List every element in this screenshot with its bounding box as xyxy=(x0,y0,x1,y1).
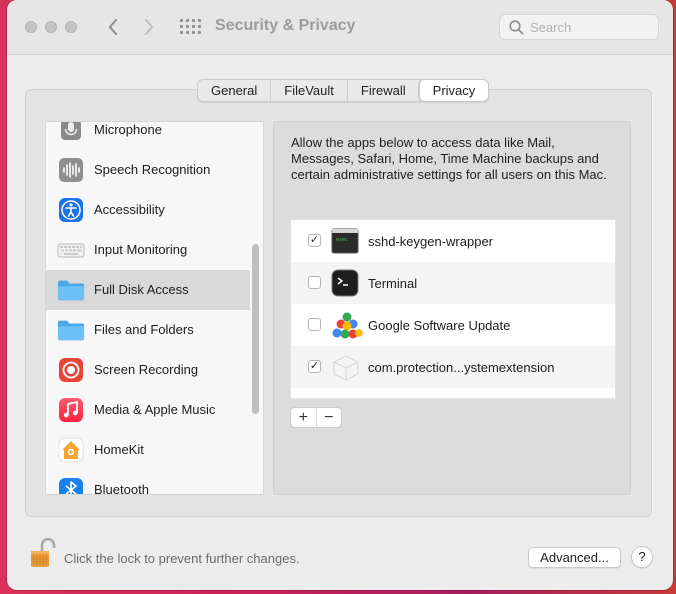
terminal-icon xyxy=(331,269,359,297)
zoom-window-button[interactable] xyxy=(65,21,77,33)
forward-button[interactable] xyxy=(139,16,159,38)
waveform-icon xyxy=(57,156,85,184)
search-field[interactable]: Search xyxy=(499,14,659,40)
sidebar-item-media-apple-music[interactable]: Media & Apple Music xyxy=(46,390,250,430)
sidebar-item-files-and-folders[interactable]: Files and Folders xyxy=(46,310,250,350)
sidebar-item-label: Screen Recording xyxy=(94,362,199,377)
privacy-description: Allow the apps below to access data like… xyxy=(291,135,607,182)
window-title: Security & Privacy xyxy=(215,17,356,34)
chevron-left-icon xyxy=(109,19,117,35)
list-item[interactable]: Google Software Update xyxy=(291,304,615,346)
tab-privacy[interactable]: Privacy xyxy=(418,80,489,101)
tab-bar: General FileVault Firewall Privacy xyxy=(197,79,490,102)
lock-status-text: Click the lock to prevent further change… xyxy=(64,551,300,566)
sidebar-scrollbar[interactable] xyxy=(252,244,259,414)
tab-filevault[interactable]: FileVault xyxy=(270,80,347,101)
search-icon xyxy=(509,20,524,35)
sidebar-item-input-monitoring[interactable]: Input Monitoring xyxy=(46,230,250,270)
sidebar-item-microphone[interactable]: Microphone xyxy=(46,122,250,150)
sidebar-item-bluetooth[interactable]: Bluetooth xyxy=(46,470,250,495)
sidebar-item-label: HomeKit xyxy=(94,442,144,457)
app-checkbox[interactable]: ✓ xyxy=(308,360,321,373)
sidebar-item-label: Files and Folders xyxy=(94,322,194,337)
add-app-button[interactable]: + xyxy=(291,408,316,427)
sidebar-item-label: Media & Apple Music xyxy=(94,402,216,417)
minimize-window-button[interactable] xyxy=(45,21,57,33)
app-list: ✓ exec sshd-keygen-wrapper Terminal Goog… xyxy=(290,219,616,399)
bluetooth-icon xyxy=(57,476,85,494)
app-name: Google Software Update xyxy=(368,318,511,333)
app-name: Terminal xyxy=(368,276,418,291)
back-button[interactable] xyxy=(103,16,123,38)
microphone-icon xyxy=(57,122,85,144)
sidebar-item-accessibility[interactable]: Accessibility xyxy=(46,190,250,230)
home-icon xyxy=(57,436,85,464)
app-name: sshd-keygen-wrapper xyxy=(368,234,494,249)
screen-record-icon xyxy=(57,356,85,384)
tab-firewall[interactable]: Firewall xyxy=(346,80,419,101)
close-window-button[interactable] xyxy=(25,21,37,33)
search-input[interactable]: Search xyxy=(530,20,571,35)
privacy-category-list[interactable]: Microphone Speech Recognition Accessibil… xyxy=(45,121,264,495)
tab-general[interactable]: General xyxy=(198,80,270,101)
add-remove-control: + − xyxy=(290,407,342,428)
list-item[interactable]: Terminal xyxy=(291,262,615,304)
system-extension-icon xyxy=(331,353,359,381)
preferences-window: Security & Privacy Search General FileVa… xyxy=(7,0,673,590)
sidebar-item-homekit[interactable]: HomeKit xyxy=(46,430,250,470)
sidebar-item-label: Speech Recognition xyxy=(94,162,211,177)
app-checkbox[interactable] xyxy=(308,276,321,289)
list-item[interactable]: ✓ exec sshd-keygen-wrapper xyxy=(291,220,615,262)
help-button[interactable]: ? xyxy=(631,546,653,568)
sidebar-item-speech-recognition[interactable]: Speech Recognition xyxy=(46,150,250,190)
title-bar: Security & Privacy Search xyxy=(7,0,673,55)
app-checkbox[interactable]: ✓ xyxy=(308,234,321,247)
lock-icon[interactable] xyxy=(28,537,58,571)
google-update-icon xyxy=(331,311,363,339)
folder-icon xyxy=(57,316,85,344)
sidebar-item-label: Bluetooth xyxy=(94,482,149,495)
sidebar-item-label: Input Monitoring xyxy=(94,242,188,257)
music-note-icon xyxy=(57,396,85,424)
sidebar-item-full-disk-access[interactable]: Full Disk Access xyxy=(46,270,250,310)
sidebar-item-label: Microphone xyxy=(94,122,162,137)
list-item[interactable]: ✓ com.protection...ystemextension xyxy=(291,346,615,388)
svg-text:exec: exec xyxy=(336,237,348,243)
sidebar-item-label: Full Disk Access xyxy=(94,282,189,297)
sidebar-item-screen-recording[interactable]: Screen Recording xyxy=(46,350,250,390)
keyboard-icon xyxy=(57,236,85,264)
advanced-button[interactable]: Advanced... xyxy=(528,547,621,568)
accessibility-icon xyxy=(57,196,85,224)
terminal-exec-icon: exec xyxy=(331,227,359,255)
remove-app-button[interactable]: − xyxy=(315,408,342,427)
sidebar-item-label: Accessibility xyxy=(94,202,165,217)
show-all-grid-icon[interactable] xyxy=(180,19,201,35)
chevron-right-icon xyxy=(145,19,153,35)
folder-icon xyxy=(57,276,85,304)
app-checkbox[interactable] xyxy=(308,318,321,331)
app-name: com.protection...ystemextension xyxy=(368,360,555,375)
